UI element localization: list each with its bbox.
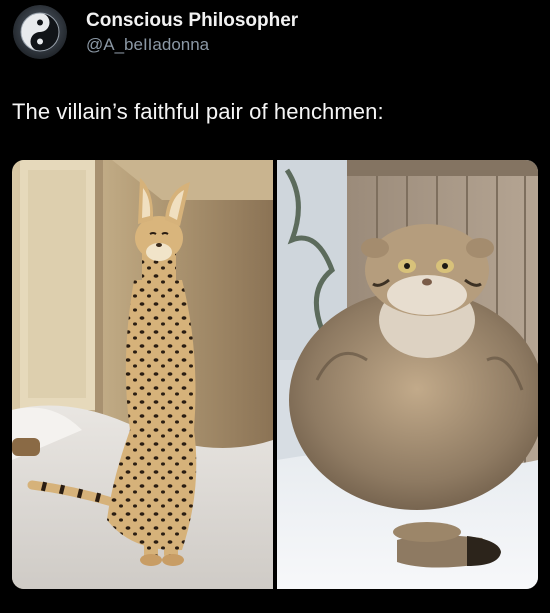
tweet-post: Conscious Philosopher @A_beIIadonna The … [0,0,550,613]
serval-photo-image [12,160,273,589]
yin-yang-icon [13,5,67,59]
media-grid [12,160,538,589]
display-name[interactable]: Conscious Philosopher [86,9,298,33]
avatar[interactable] [13,5,67,59]
pallas-cat-photo-image [277,160,538,589]
handle[interactable]: @A_beIIadonna [86,34,298,56]
photo-pallas-cat[interactable] [277,160,538,589]
author-names: Conscious Philosopher @A_beIIadonna [86,9,298,56]
photo-serval[interactable] [12,160,273,589]
author-row[interactable]: Conscious Philosopher @A_beIIadonna [13,4,298,60]
post-text: The villain’s faithful pair of henchmen: [12,99,384,124]
